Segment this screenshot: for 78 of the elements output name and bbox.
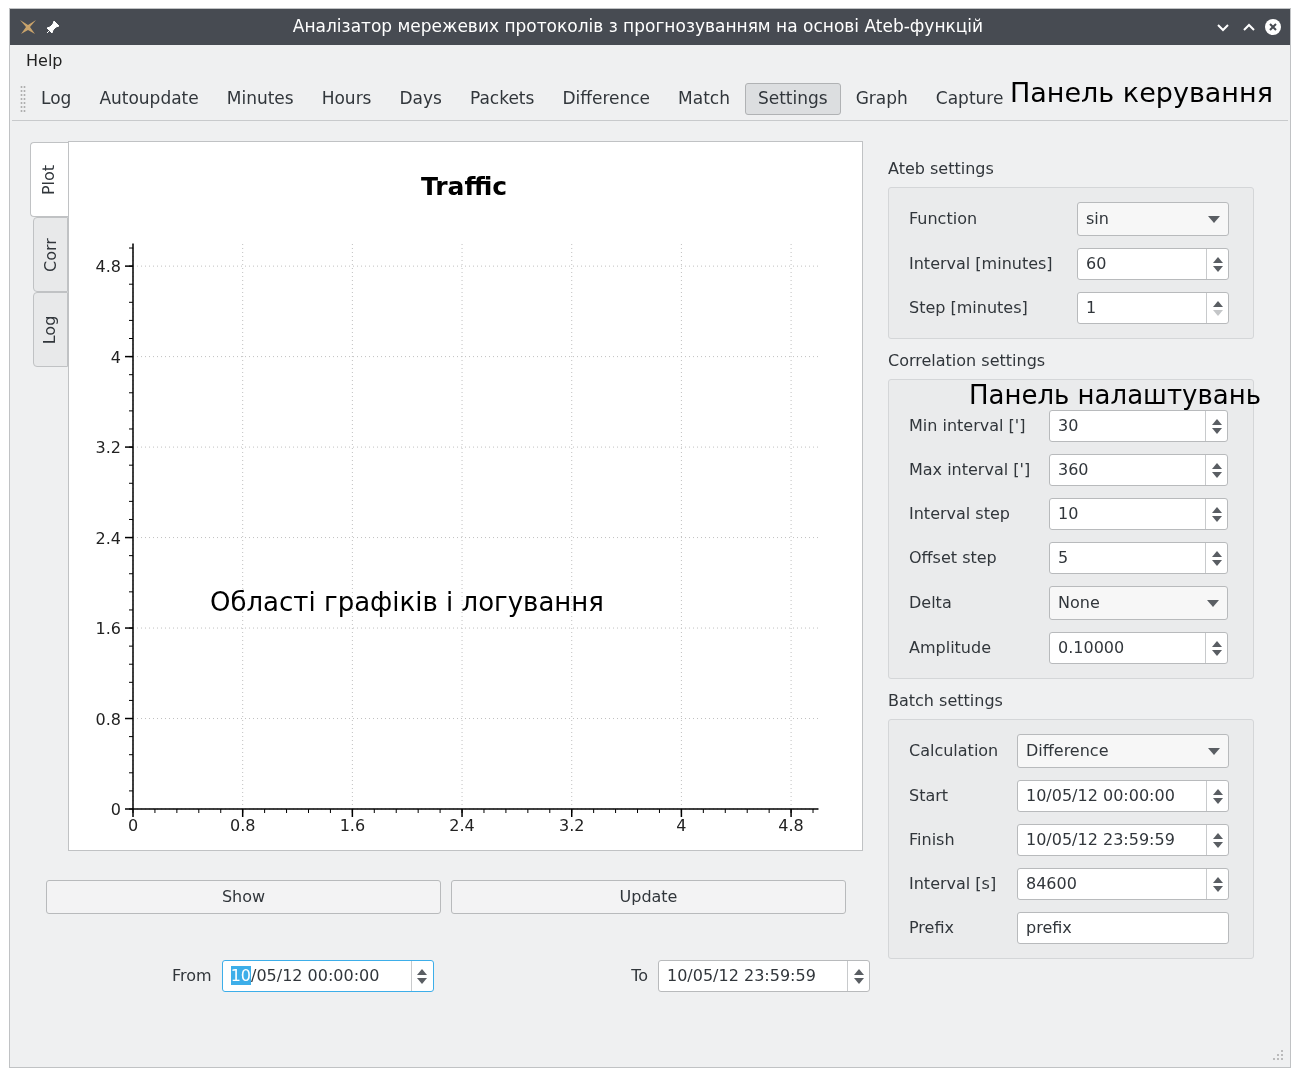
field-label: Interval [s] [909,873,998,895]
toolbar-button[interactable]: Log [28,82,85,115]
close-icon[interactable] [1264,18,1282,36]
menu-item[interactable]: Help [18,49,71,73]
spin-box[interactable]: 84600 [1017,868,1229,900]
tick-label: 0.8 [95,709,121,728]
tick-label: 0 [127,815,139,835]
toolbar-button[interactable]: Hours [308,82,385,115]
tick-label: 4.8 [95,256,121,276]
spin-box[interactable]: 10/05/12 00:00:00 [1017,780,1229,812]
spin-box[interactable]: 0.10000 [1049,632,1228,664]
field-label: From [172,965,212,987]
dropdown[interactable]: Difference [1017,734,1229,768]
spin-box[interactable]: 360 [1049,454,1228,486]
spin-box[interactable]: 10 [1049,498,1228,530]
field-label: Function [909,208,979,230]
spin-box[interactable]: 5 [1049,542,1228,574]
caret-icon [1208,215,1220,223]
push-button[interactable]: Show [46,880,441,914]
field-label: Start [909,785,950,807]
field-label: To [631,965,648,987]
toolbar-button[interactable]: Days [386,82,455,115]
chart-title: Traffic [419,171,509,203]
caret-icon [1207,599,1219,607]
side-tab[interactable]: Log [33,292,68,367]
tick-label: 0 [110,799,121,819]
field-label: Calculation [909,740,1000,762]
toolbar-button[interactable]: Settings [744,82,841,115]
tick-label: 4 [110,347,121,367]
tick-label: 4 [676,815,687,835]
annotation-label: Панель налаштувань [968,382,1261,408]
field-label: Amplitude [909,637,992,659]
tick-label: 3.2 [559,815,585,835]
toolbar-button[interactable]: Difference [549,82,664,115]
spin-box[interactable]: 30 [1049,410,1228,442]
resize-grip-icon[interactable] [1272,1049,1284,1061]
field-label: Step [minutes] [909,297,1029,319]
tick-label: 4.8 [778,815,804,835]
side-tab[interactable]: Corr [33,217,68,292]
spin-box[interactable]: 1 [1077,292,1229,324]
field-label: Prefix [909,917,955,939]
annotation-label: Області графіків і логування [210,589,604,615]
group-title: Batch settings [888,690,1004,712]
toolbar-grip-icon [20,84,26,113]
field-label: Max interval ['] [909,459,1032,481]
caret-icon [1208,747,1220,755]
toolbar-button[interactable]: Autoupdate [86,82,212,115]
dropdown[interactable]: sin [1077,202,1229,236]
window-title: Аналізатор мережевих протоколів з прогнозуванням на основі Ateb-функцій [291,15,985,39]
field-label: Min interval ['] [909,415,1027,437]
group-title: Correlation settings [888,350,1047,372]
tick-label: 2.4 [449,815,475,835]
field-label: Offset step [909,547,998,569]
field-label: Finish [909,829,956,851]
spin-box[interactable]: 10/05/12 23:59:59 [1017,824,1229,856]
annotation-label: Панель керування [1010,79,1273,106]
pin-icon[interactable] [46,20,60,34]
field-label: Delta [909,592,953,614]
tick-label: 0.8 [229,815,256,835]
group-title: Ateb settings [888,158,995,180]
field-label: Interval [minutes] [909,253,1054,275]
app-icon [18,18,38,36]
tick-label: 1.6 [95,618,121,638]
date-time-field[interactable]: 10/05/12 23:59:59 [658,960,870,992]
push-button[interactable]: Update [451,880,846,914]
tick-label: 2.4 [95,528,121,548]
spin-box[interactable]: 60 [1077,248,1229,280]
date-time-field[interactable]: 10/05/12 00:00:00 [221,960,434,992]
field-label: Interval step [909,503,1011,525]
dropdown[interactable]: None [1049,586,1228,620]
side-tab[interactable]: Plot [30,142,68,217]
toolbar-button[interactable]: Packets [456,82,548,115]
tick-label: 3.2 [95,437,121,457]
toolbar-button[interactable]: Match [665,82,743,115]
tick-label: 1.6 [339,815,366,835]
toolbar-button[interactable]: Graph [842,82,921,115]
toolbar-button[interactable]: Minutes [213,82,307,115]
input-field[interactable]: prefix [1017,912,1229,944]
